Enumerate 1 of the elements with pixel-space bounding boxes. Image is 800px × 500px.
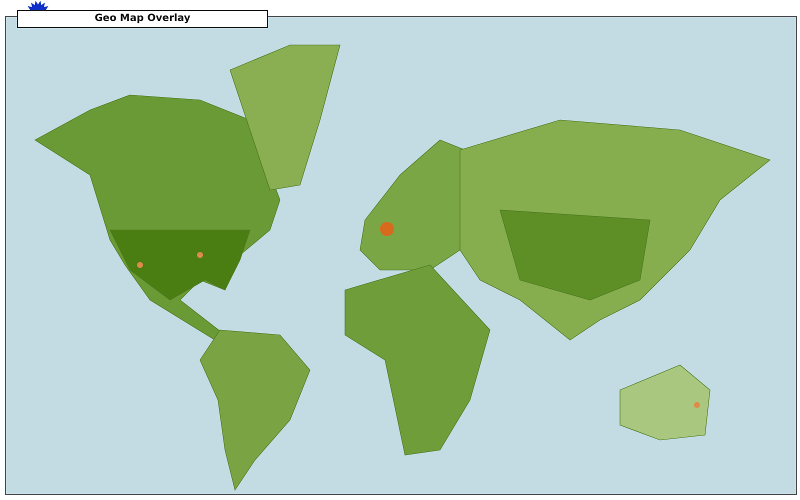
panel-title: Geo Map Overlay	[17, 10, 268, 28]
